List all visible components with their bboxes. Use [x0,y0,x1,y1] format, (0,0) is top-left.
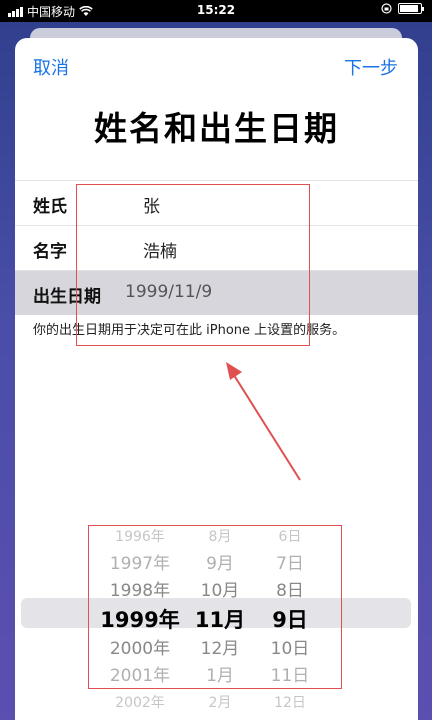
annotation-arrow-icon [226,362,301,481]
